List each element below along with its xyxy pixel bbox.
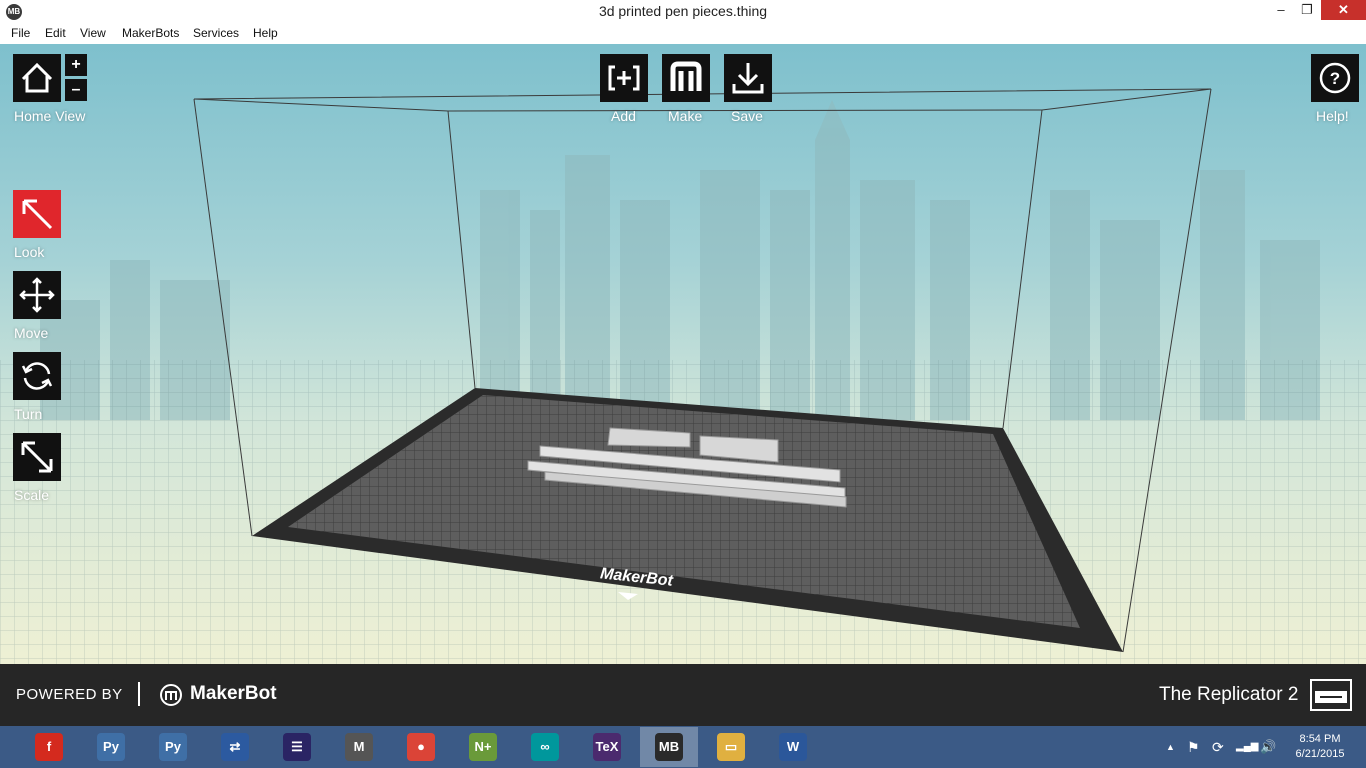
system-clock[interactable]: 8:54 PM 6/21/2015 — [1280, 732, 1360, 762]
move-label: Move — [14, 325, 49, 341]
move-tool-button[interactable] — [13, 271, 61, 319]
save-button[interactable] — [724, 54, 772, 102]
taskbar-app-3[interactable]: Py — [144, 727, 202, 767]
wifi-signal-icon[interactable]: ▂▄▆ — [1236, 726, 1258, 768]
close-button[interactable]: ✕ — [1321, 0, 1366, 20]
make-label: Make — [668, 108, 703, 124]
menu-help[interactable]: Help — [253, 26, 278, 40]
add-label: Add — [611, 108, 636, 124]
taskbar-app-8[interactable]: N+ — [454, 727, 512, 767]
flash-icon: f — [35, 733, 63, 761]
taskbar-app-1[interactable]: f — [20, 727, 78, 767]
look-label: Look — [14, 244, 45, 260]
add-icon — [608, 65, 640, 91]
clock-date: 6/21/2015 — [1295, 748, 1345, 760]
python-idle-icon: Py — [159, 733, 187, 761]
taskbar-app-10[interactable]: TeX — [578, 727, 636, 767]
turn-tool-button[interactable] — [13, 352, 61, 400]
taskbar-app-11[interactable]: MB — [640, 727, 698, 767]
notepad-plus-icon: N+ — [469, 733, 497, 761]
makerbot-desktop-icon: MB — [655, 733, 683, 761]
makerbot-footer-logo-icon — [160, 684, 182, 706]
tray-expand-icon[interactable]: ▲ — [1166, 726, 1175, 768]
save-label: Save — [731, 108, 763, 124]
sync-icon[interactable]: ⟳ — [1212, 726, 1224, 768]
build-scene: MakerBot — [0, 88, 1366, 664]
footer-brand: MakerBot — [190, 683, 277, 704]
zoom-out-button[interactable]: – — [65, 79, 87, 101]
menu-view[interactable]: View — [80, 26, 106, 40]
scale-diagonal-icon — [21, 441, 53, 473]
taskbar-app-13[interactable]: W — [764, 727, 822, 767]
makerware-icon: M — [345, 733, 373, 761]
help-label: Help! — [1316, 108, 1349, 124]
printer-name[interactable]: The Replicator 2 — [1159, 684, 1298, 706]
make-button[interactable] — [662, 54, 710, 102]
menu-edit[interactable]: Edit — [45, 26, 66, 40]
menu-services[interactable]: Services — [193, 26, 239, 40]
help-icon: ? — [1319, 62, 1351, 94]
maximize-button[interactable]: ❐ — [1294, 0, 1320, 20]
scale-label: Scale — [14, 487, 50, 503]
action-center-flag-icon[interactable]: ⚑ — [1187, 726, 1200, 768]
taskbar-app-4[interactable]: ⇄ — [206, 727, 264, 767]
menu-makerbots[interactable]: MakerBots — [122, 26, 179, 40]
title-bar: MB 3d printed pen pieces.thing – ❐ ✕ — [0, 0, 1366, 24]
taskbar-app-2[interactable]: Py — [82, 727, 140, 767]
arrow-up-left-icon — [22, 199, 53, 230]
help-button[interactable]: ? — [1311, 54, 1359, 102]
makerbot-logo-icon — [670, 61, 702, 91]
add-button[interactable] — [600, 54, 648, 102]
taskbar-app-12[interactable]: ▭ — [702, 727, 760, 767]
word-icon: W — [779, 733, 807, 761]
volume-icon[interactable]: 🔊 — [1260, 726, 1276, 768]
home-view-label: Home View — [14, 108, 86, 124]
file-explorer-icon: ▭ — [717, 733, 745, 761]
scale-tool-button[interactable] — [13, 433, 61, 481]
zoom-in-button[interactable]: + — [65, 54, 87, 76]
minimize-button[interactable]: – — [1268, 0, 1294, 20]
taskbar-app-6[interactable]: M — [330, 727, 388, 767]
powered-by-label: POWERED BY — [16, 686, 123, 703]
rotate-icon — [21, 362, 53, 390]
eclipse-icon: ☰ — [283, 733, 311, 761]
menu-bar: File Edit View MakerBots Services Help — [0, 24, 1366, 45]
tex-icon: TeX — [593, 733, 621, 761]
download-icon — [732, 63, 764, 94]
window-title: 3d printed pen pieces.thing — [598, 3, 768, 19]
arduino-icon: ∞ — [531, 733, 559, 761]
turn-label: Turn — [14, 406, 43, 422]
chrome-icon: ● — [407, 733, 435, 761]
windows-taskbar: f Py Py ⇄ ☰ M ● N+ ∞ TeX MB ▭ W ▲ ⚑ ⟳ ▂▄… — [0, 726, 1366, 768]
menu-file[interactable]: File — [11, 26, 30, 40]
taskbar-app-7[interactable]: ● — [392, 727, 450, 767]
svg-text:?: ? — [1330, 69, 1340, 88]
python-icon: Py — [97, 733, 125, 761]
look-tool-button[interactable] — [13, 190, 61, 238]
move-arrows-icon — [19, 277, 55, 313]
footer-bar: POWERED BY MakerBot The Replicator 2 — [0, 664, 1366, 726]
footer-divider — [138, 682, 140, 706]
network-app-icon: ⇄ — [221, 733, 249, 761]
3d-viewport[interactable]: MakerBot + – Home View Add Make Save ? H… — [0, 44, 1366, 664]
home-icon — [21, 62, 53, 93]
clock-time: 8:54 PM — [1299, 733, 1341, 745]
taskbar-app-5[interactable]: ☰ — [268, 727, 326, 767]
taskbar-app-9[interactable]: ∞ — [516, 727, 574, 767]
printer-icon[interactable] — [1310, 679, 1352, 711]
home-view-button[interactable] — [13, 54, 61, 102]
